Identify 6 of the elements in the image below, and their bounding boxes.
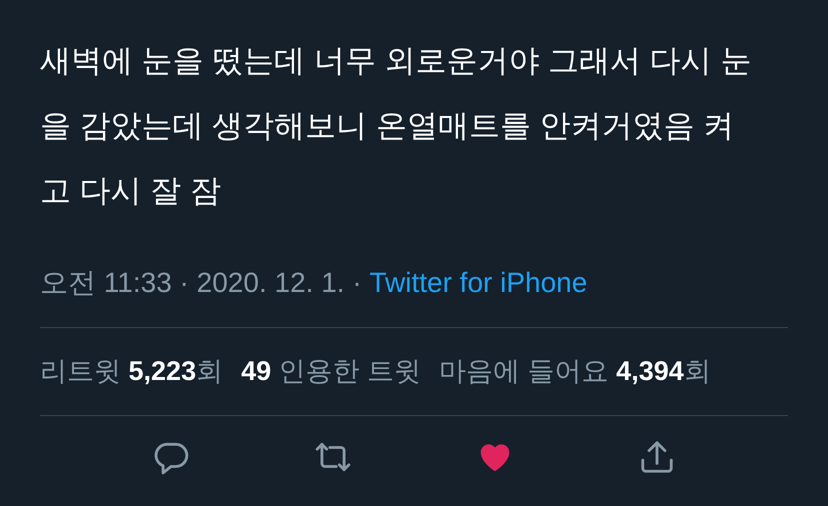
- stat-count[interactable]: 리트윗 5,223회: [40, 351, 224, 392]
- stat-count[interactable]: 마음에 들어요 4,394회: [439, 351, 711, 392]
- source-link[interactable]: Twitter for iPhone: [369, 263, 588, 303]
- tweet-text: 새벽에 눈을 떴는데 너무 외로운거야 그래서 다시 눈을 감았는데 생각해보니 온열매트를 안켜거였음 켜고 다시 잘 잠: [40, 42, 752, 210]
- stat-count[interactable]: 49 인용한 트윗: [241, 351, 422, 392]
- timestamp: 오전 11:33 · 2020. 12. 1. ·: [40, 266, 363, 300]
